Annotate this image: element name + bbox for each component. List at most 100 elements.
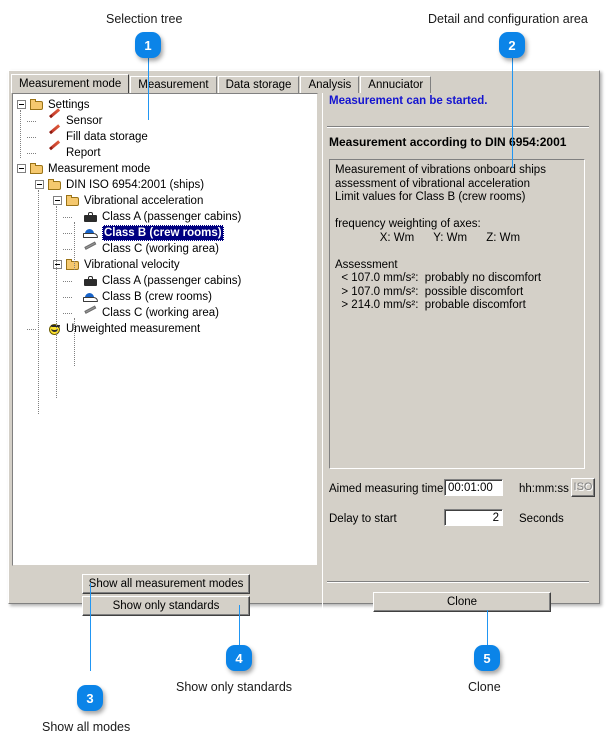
tree-node-label: Vibrational velocity — [84, 259, 180, 271]
cap-icon — [83, 290, 99, 304]
tree-node-label: Class B (crew rooms) — [102, 225, 224, 241]
aimed-measuring-time-input[interactable] — [444, 479, 503, 496]
tab-label: Analysis — [308, 79, 352, 91]
tree-node-label: Fill data storage — [66, 131, 148, 143]
tree-guide-line — [38, 190, 39, 414]
tree-node[interactable]: Class A (passenger cabins) — [15, 273, 317, 289]
aimed-measuring-time-unit: hh:mm:ss — [519, 483, 569, 495]
tree-connector — [27, 137, 36, 138]
tree-guide-line — [56, 206, 57, 398]
pencil-icon — [47, 146, 63, 160]
callout-caption-2: Detail and configuration area — [428, 12, 588, 26]
delay-to-start-input[interactable] — [444, 509, 503, 526]
tree-guide-line — [20, 110, 21, 158]
tree-node[interactable]: Settings — [15, 97, 317, 113]
callout-bubble-5: 5 — [474, 645, 500, 671]
tree-guide-line — [74, 318, 75, 366]
tab-label: Annuciator — [368, 79, 424, 91]
wrench-icon — [83, 242, 99, 256]
tree-connector — [63, 297, 72, 298]
callout-caption-4: Show only standards — [176, 680, 293, 694]
leader-line-5 — [487, 610, 488, 650]
tree-node-label: Measurement mode — [48, 163, 151, 175]
tab-label: Measurement mode — [19, 78, 122, 90]
tree-connector — [27, 121, 36, 122]
callout-bubble-3: 3 — [77, 685, 103, 711]
tree-node[interactable]: Report — [15, 145, 317, 161]
tree-node-label: Report — [66, 147, 101, 159]
tab-measurement[interactable]: Measurement — [130, 76, 217, 93]
detail-title: Measurement according to DIN 6954:2001 — [329, 135, 567, 149]
tree-expander-collapse-icon[interactable] — [17, 164, 26, 173]
description-box: Measurement of vibrations onboard ships … — [329, 159, 585, 469]
smiley-icon — [47, 322, 63, 336]
leader-line-3 — [90, 583, 91, 671]
status-message: Measurement can be started. — [329, 95, 488, 107]
tree-node[interactable]: Vibrational velocity — [15, 257, 317, 273]
tree-node-label: Class C (working area) — [102, 243, 219, 255]
aimed-measuring-time-label: Aimed measuring time — [329, 483, 444, 495]
tree-node[interactable]: Class C (working area) — [15, 241, 317, 257]
callout-caption-3: Show all modes — [42, 720, 131, 734]
tree-node[interactable]: Vibrational acceleration — [15, 193, 317, 209]
tree-node[interactable]: Class A (passenger cabins) — [15, 209, 317, 225]
tab-label: Data storage — [225, 79, 292, 91]
tab-annuciator[interactable]: Annuciator — [360, 76, 432, 93]
folder-icon — [65, 258, 81, 272]
tree-guide-line — [74, 222, 75, 270]
tree-node[interactable]: Class B (crew rooms) — [15, 225, 317, 241]
selection-tree[interactable]: Settings Sensor Fill data storage Report Mea… — [13, 94, 317, 414]
folder-icon — [65, 194, 81, 208]
clone-button[interactable]: Clone — [373, 592, 551, 612]
tab-strip: Measurement mode Measurement Data storage A… — [11, 74, 432, 93]
tree-node[interactable]: DIN ISO 6954:2001 (ships) — [15, 177, 317, 193]
delay-to-start-label: Delay to start — [329, 513, 397, 525]
tree-node[interactable]: Unweighted measurement — [15, 321, 317, 337]
callout-bubble-1: 1 — [135, 32, 161, 58]
tree-expander-collapse-icon[interactable] — [53, 260, 62, 269]
tree-expander-collapse-icon[interactable] — [35, 180, 44, 189]
tree-node[interactable]: Sensor — [15, 113, 317, 129]
separator-bottom — [327, 581, 589, 583]
detail-configuration-panel: Measurement can be started. Measurement … — [322, 93, 597, 616]
show-only-standards-button[interactable]: Show only standards — [82, 596, 250, 616]
screenshot-root: Selection tree Detail and configuration … — [0, 0, 608, 751]
tab-measurement-mode[interactable]: Measurement mode — [11, 74, 130, 93]
leader-line-1 — [148, 58, 149, 120]
tree-connector — [63, 281, 72, 282]
tree-expander-collapse-icon[interactable] — [17, 100, 26, 109]
tree-node-label: Vibrational acceleration — [84, 195, 204, 207]
delay-to-start-unit: Seconds — [519, 513, 564, 525]
tree-node-label: Class B (crew rooms) — [102, 291, 212, 303]
iso-button[interactable]: ISO — [571, 478, 595, 497]
tab-data-storage[interactable]: Data storage — [217, 76, 300, 93]
briefcase-icon — [83, 210, 99, 224]
tree-node-label: Class C (working area) — [102, 307, 219, 319]
briefcase-icon — [83, 274, 99, 288]
folder-icon — [29, 98, 45, 112]
tree-node-label: Class A (passenger cabins) — [102, 211, 242, 223]
folder-icon — [29, 162, 45, 176]
separator-top — [327, 126, 589, 128]
tree-node-label: Sensor — [66, 115, 103, 127]
selection-tree-panel[interactable]: Settings Sensor Fill data storage Report Mea… — [12, 93, 318, 566]
tree-connector — [63, 233, 72, 234]
leader-line-2 — [512, 58, 513, 168]
tree-node[interactable]: Class C (working area) — [15, 305, 317, 321]
tree-node-label: Class A (passenger cabins) — [102, 275, 242, 287]
tree-expander-collapse-icon[interactable] — [53, 196, 62, 205]
cap-icon — [83, 226, 99, 240]
tree-connector — [63, 249, 72, 250]
tree-connector — [27, 329, 36, 330]
show-all-measurement-modes-button[interactable]: Show all measurement modes — [82, 574, 250, 594]
tree-node-label: Unweighted measurement — [66, 323, 201, 335]
tree-connector — [63, 217, 72, 218]
tree-node[interactable]: Measurement mode — [15, 161, 317, 177]
callout-caption-1: Selection tree — [106, 12, 183, 26]
folder-icon — [47, 178, 63, 192]
tab-analysis[interactable]: Analysis — [300, 76, 360, 93]
tree-connector — [27, 153, 36, 154]
leader-line-4 — [239, 605, 240, 649]
tree-node[interactable]: Class B (crew rooms) — [15, 289, 317, 305]
tree-node[interactable]: Fill data storage — [15, 129, 317, 145]
